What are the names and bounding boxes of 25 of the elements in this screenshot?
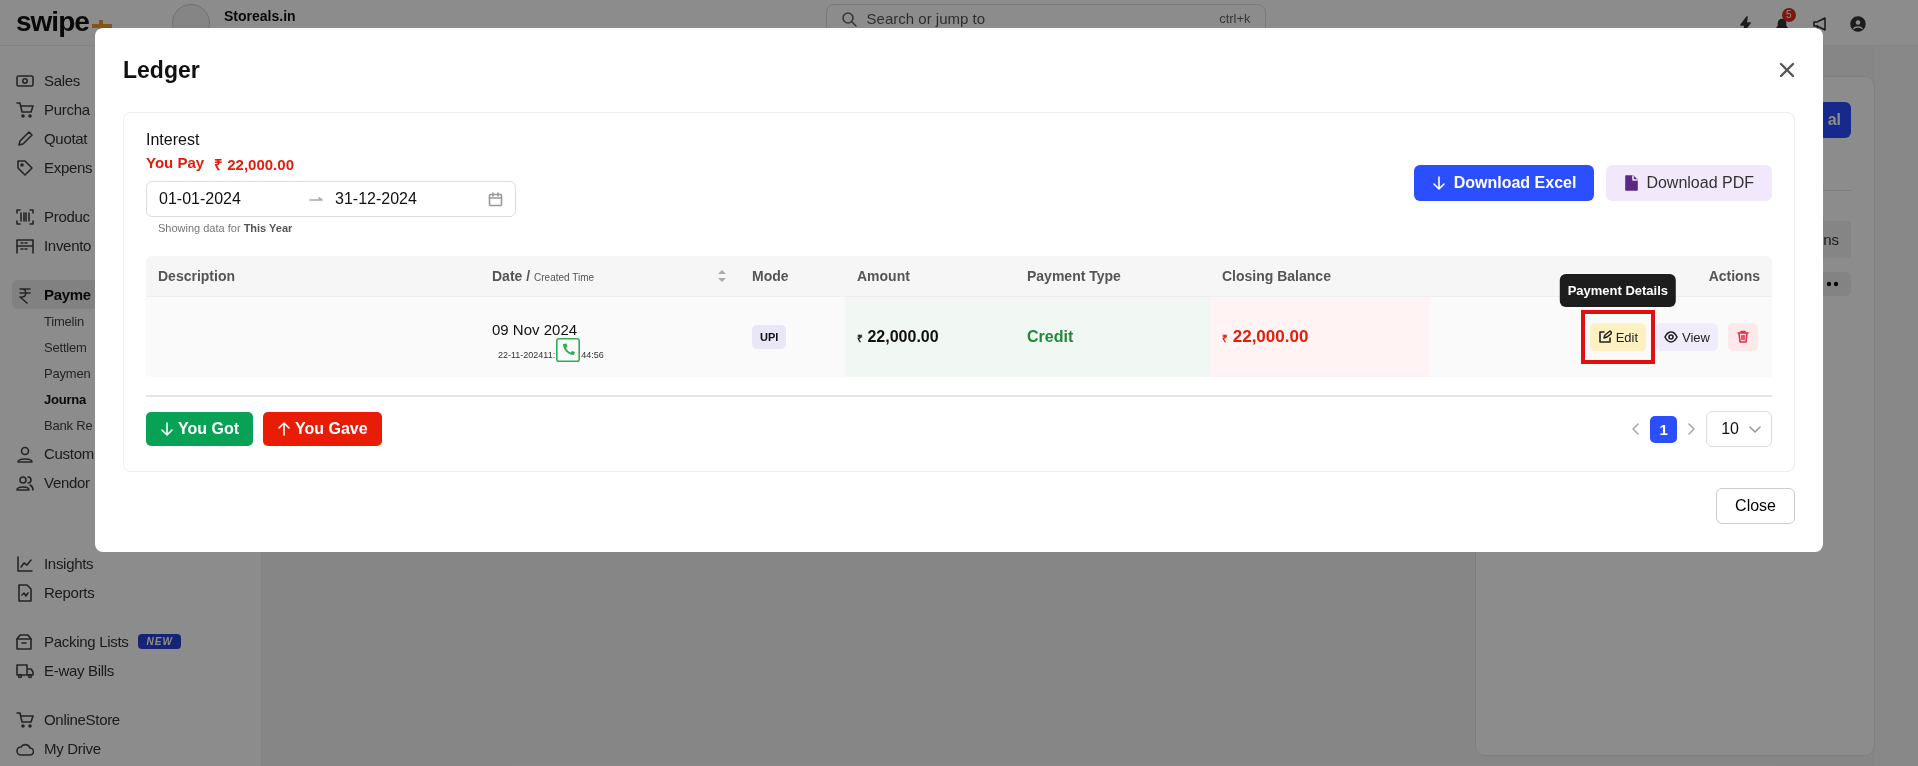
logo: swipe bbox=[16, 8, 89, 36]
column-header: Mode bbox=[752, 268, 789, 284]
new-badge: NEW bbox=[138, 634, 181, 649]
balance-label: You Pay bbox=[146, 154, 205, 173]
column-header: Description bbox=[158, 268, 235, 284]
column-header: Payment Type bbox=[1027, 268, 1121, 284]
shortcut-hint: ctrl+k bbox=[1219, 11, 1251, 26]
created-time: 22-11-202411: bbox=[498, 349, 556, 360]
amount: ₹ 22,000.00 bbox=[857, 328, 939, 346]
column-header: Date / Created Time bbox=[492, 268, 595, 284]
column-header: Closing Balance bbox=[1222, 268, 1331, 284]
balance-amount: ₹ 22,000.00 bbox=[214, 155, 294, 174]
column-header: Amount bbox=[857, 268, 910, 284]
payment-type: Credit bbox=[1027, 328, 1074, 346]
party-name: Interest bbox=[146, 131, 201, 149]
range-note: Showing data for This Year bbox=[158, 222, 294, 234]
business-name: Storeals.in bbox=[224, 8, 296, 24]
mode-badge: UPI bbox=[752, 325, 787, 349]
table-cell: 09 Nov 2024 bbox=[492, 320, 578, 338]
closing-balance: ₹ 22,000.00 bbox=[1222, 327, 1309, 347]
notification-count: 5 bbox=[1782, 8, 1796, 22]
column-header: Actions bbox=[1708, 268, 1760, 284]
tooltip: Payment Details bbox=[1559, 274, 1677, 307]
dialog-title: Ledger bbox=[123, 56, 200, 84]
created-time: 44:56 bbox=[581, 349, 604, 360]
